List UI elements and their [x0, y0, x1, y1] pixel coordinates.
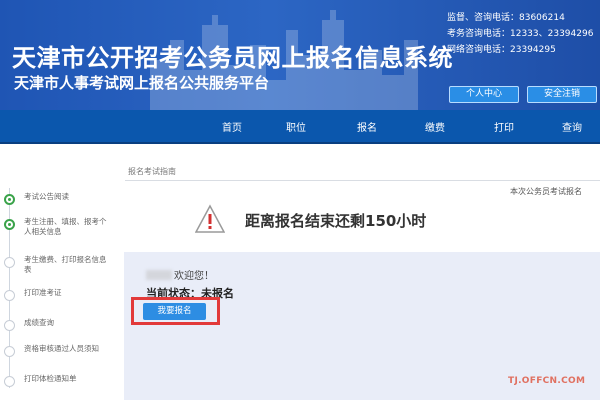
- contact-line: 监督、咨询电话：83606214: [447, 13, 565, 23]
- step-done-icon: [4, 194, 15, 205]
- step-sidebar: 考试公告阅读 考生注册、填报、报考个人相关信息 考生缴费、打印报名信息表 打印准…: [0, 160, 115, 400]
- step-label: 考生注册、填报、报考个人相关信息: [24, 217, 107, 236]
- step-label: 资格审核通过人员须知: [24, 344, 99, 353]
- user-center-button[interactable]: 个人中心: [449, 86, 519, 103]
- step-pending-icon: [4, 320, 15, 331]
- logout-button[interactable]: 安全注销: [527, 86, 597, 103]
- step-label: 考生缴费、打印报名信息表: [24, 255, 107, 274]
- username-redacted: [146, 270, 172, 280]
- nav-item-print[interactable]: 打印: [494, 119, 514, 134]
- main-nav: 首页 职位 报名 缴费 打印 查询: [0, 110, 600, 144]
- nav-item-positions[interactable]: 职位: [286, 119, 306, 134]
- system-subtitle: 天津市人事考试网上报名公共服务平台: [14, 74, 270, 92]
- divider: [125, 180, 600, 181]
- step-label: 成绩查询: [24, 318, 54, 327]
- step-label: 打印体检通知单: [24, 374, 77, 383]
- welcome-text: 欢迎您！: [174, 271, 214, 282]
- nav-item-home[interactable]: 首页: [222, 119, 242, 134]
- contact-line: 考务咨询电话：12333、23394296: [447, 29, 594, 39]
- nav-item-query[interactable]: 查询: [562, 119, 582, 134]
- step-pending-icon: [4, 257, 15, 268]
- step-pending-icon: [4, 376, 15, 387]
- site-watermark: TJ.OFFCN.COM: [508, 376, 586, 386]
- step-pending-icon: [4, 290, 15, 301]
- exam-link[interactable]: 本次公务员考试报名: [510, 186, 582, 197]
- system-title: 天津市公开招考公务员网上报名信息系统: [12, 44, 453, 72]
- countdown-text: 距离报名结束还剩150小时: [245, 212, 427, 230]
- step-connector: [9, 188, 10, 388]
- apply-button[interactable]: 我要报名: [143, 303, 206, 320]
- breadcrumb[interactable]: 报名考试指南: [128, 166, 176, 177]
- nav-item-payment[interactable]: 缴费: [425, 119, 445, 134]
- contact-line: 网络咨询电话：23394295: [447, 45, 556, 55]
- step-pending-icon: [4, 346, 15, 357]
- contact-info: 监督、咨询电话：83606214 考务咨询电话：12333、23394296 网…: [447, 10, 593, 58]
- step-label: 打印准考证: [24, 288, 62, 297]
- step-label: 考试公告阅读: [24, 192, 69, 201]
- page: 天津市公开招考公务员网上报名信息系统 天津市人事考试网上报名公共服务平台 监督、…: [0, 0, 600, 400]
- nav-item-apply[interactable]: 报名: [357, 119, 377, 134]
- warning-icon: [195, 204, 225, 233]
- step-done-icon: [4, 219, 15, 230]
- header-banner: 天津市公开招考公务员网上报名信息系统 天津市人事考试网上报名公共服务平台 监督、…: [0, 0, 600, 110]
